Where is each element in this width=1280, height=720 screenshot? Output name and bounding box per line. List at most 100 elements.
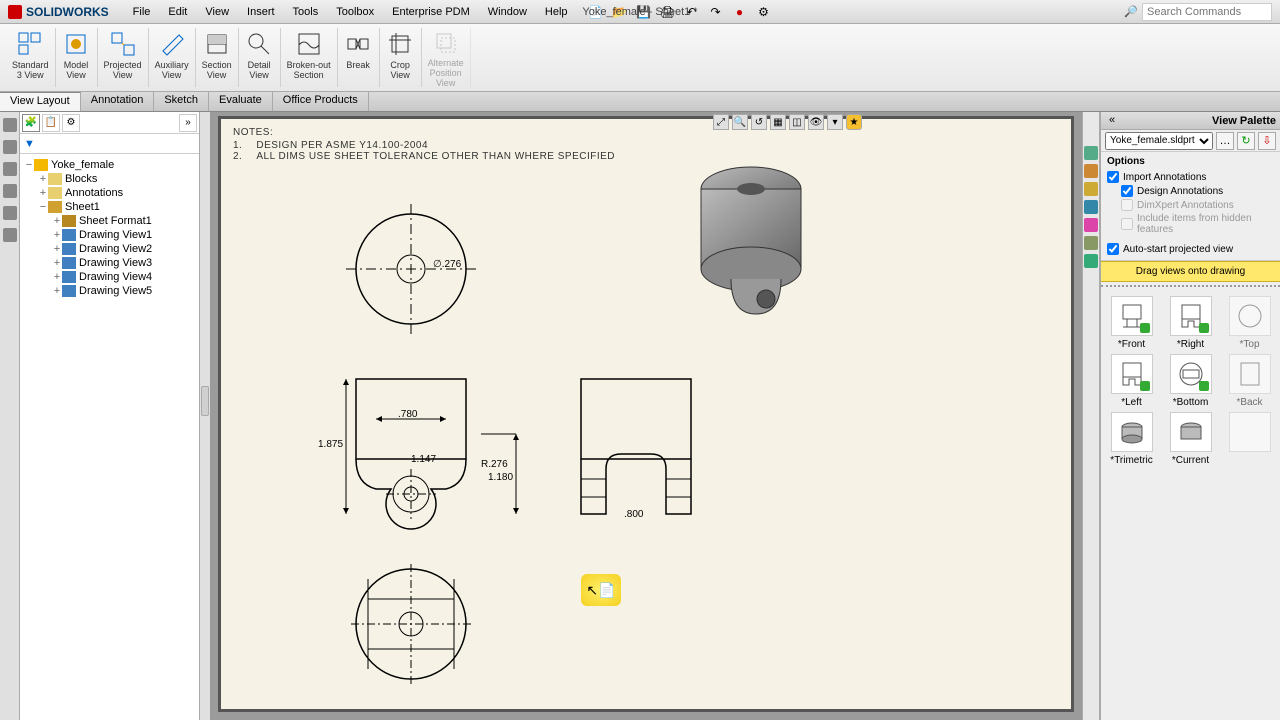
tab-sketch[interactable]: Sketch — [154, 92, 209, 111]
feature-manager-panel: 🧩 📋 ⚙ » ▼ −Yoke_female +Blocks +Annotati… — [20, 112, 200, 720]
drawing-view-bottom[interactable] — [341, 559, 481, 694]
rebuild-icon[interactable]: ● — [732, 4, 748, 20]
spline-icon[interactable] — [3, 228, 17, 242]
command-tabs: View Layout Annotation Sketch Evaluate O… — [0, 92, 1280, 112]
menu-tools[interactable]: Tools — [285, 3, 327, 21]
palette-bottom[interactable]: *Bottom — [1162, 354, 1219, 408]
view-settings-icon[interactable]: ★ — [846, 114, 862, 130]
forum-tab-icon[interactable] — [1084, 254, 1098, 268]
palette-file-select[interactable]: Yoke_female.sldprt — [1105, 132, 1213, 150]
refresh-button[interactable]: ↻ — [1237, 132, 1255, 150]
task-pane-tabs — [1082, 112, 1100, 720]
collapse-tree-icon[interactable]: » — [179, 114, 197, 132]
menu-help[interactable]: Help — [537, 3, 576, 21]
scene-icon[interactable]: ▾ — [827, 114, 843, 130]
browse-button[interactable]: … — [1216, 132, 1234, 150]
line-icon[interactable] — [3, 162, 17, 176]
pin-icon[interactable]: « — [1105, 114, 1119, 128]
circle-icon[interactable] — [3, 206, 17, 220]
menu-edit[interactable]: Edit — [160, 3, 195, 21]
standard-3view-button[interactable]: Standard 3 View — [6, 28, 56, 87]
detail-view-button[interactable]: Detail View — [239, 28, 281, 87]
hide-show-icon[interactable]: 👁 — [808, 114, 824, 130]
design-library-tab-icon[interactable] — [1084, 164, 1098, 178]
sketch-icon[interactable] — [3, 118, 17, 132]
tree-sheet1[interactable]: −Sheet1 — [24, 200, 195, 214]
break-button[interactable]: Break — [338, 28, 380, 87]
app-name: SOLIDWORKS — [26, 5, 109, 19]
property-manager-tab[interactable]: 📋 — [42, 114, 60, 132]
tree-collapse-handle[interactable] — [200, 112, 210, 720]
feature-tree-tab[interactable]: 🧩 — [22, 114, 40, 132]
tree-filter-row: ▼ — [20, 134, 199, 154]
view-palette-title-bar: « View Palette — [1101, 112, 1280, 130]
section-view-button[interactable]: Section View — [196, 28, 239, 87]
chk-design-annotations[interactable] — [1121, 185, 1133, 197]
rect-icon[interactable] — [3, 184, 17, 198]
appearances-tab-icon[interactable] — [1084, 218, 1098, 232]
tree-drawing-view5[interactable]: +Drawing View5 — [24, 284, 195, 298]
app-logo: SOLIDWORKS — [0, 5, 117, 19]
palette-back[interactable]: *Back — [1221, 354, 1278, 408]
feature-tree: −Yoke_female +Blocks +Annotations −Sheet… — [20, 154, 199, 720]
section-icon[interactable]: ▦ — [770, 114, 786, 130]
tab-evaluate[interactable]: Evaluate — [209, 92, 273, 111]
display-style-icon[interactable]: ◫ — [789, 114, 805, 130]
menu-toolbox[interactable]: Toolbox — [328, 3, 382, 21]
drawing-view-right[interactable]: .800 — [566, 369, 706, 534]
view-palette-tab-icon[interactable] — [1084, 200, 1098, 214]
menu-insert[interactable]: Insert — [239, 3, 283, 21]
palette-right[interactable]: *Right — [1162, 296, 1219, 350]
filter-icon[interactable]: ▼ — [24, 138, 35, 150]
zoom-area-icon[interactable]: 🔍 — [732, 114, 748, 130]
zoom-fit-icon[interactable]: ⤢ — [713, 114, 729, 130]
tab-annotation[interactable]: Annotation — [81, 92, 155, 111]
tree-drawing-view3[interactable]: +Drawing View3 — [24, 256, 195, 270]
chk-import-annotations[interactable] — [1107, 171, 1119, 183]
options-icon[interactable]: ⚙ — [756, 4, 772, 20]
drawing-view-front[interactable]: .780 1.875 1.147 R.276 1.180 — [336, 369, 536, 544]
tab-view-layout[interactable]: View Layout — [0, 92, 81, 111]
tab-office-products[interactable]: Office Products — [273, 92, 369, 111]
drawing-canvas[interactable]: ⤢ 🔍 ↺ ▦ ◫ 👁 ▾ ★ NOTES: 1.DESIGN PER ASME… — [210, 112, 1082, 720]
redo-icon[interactable]: ↷ — [708, 4, 724, 20]
palette-front[interactable]: *Front — [1103, 296, 1160, 350]
import-button[interactable]: ⇩ — [1258, 132, 1276, 150]
tree-blocks[interactable]: +Blocks — [24, 172, 195, 186]
menu-epdm[interactable]: Enterprise PDM — [384, 3, 478, 21]
tree-root[interactable]: −Yoke_female — [24, 158, 195, 172]
config-manager-tab[interactable]: ⚙ — [62, 114, 80, 132]
dim-front-r: 1.147 — [411, 454, 436, 465]
chk-auto-start-projected[interactable] — [1107, 243, 1119, 255]
palette-divider — [1101, 285, 1280, 287]
broken-out-section-button[interactable]: Broken-out Section — [281, 28, 338, 87]
tree-drawing-view2[interactable]: +Drawing View2 — [24, 242, 195, 256]
search-commands: 🔎 — [1124, 3, 1280, 21]
resources-tab-icon[interactable] — [1084, 146, 1098, 160]
file-explorer-tab-icon[interactable] — [1084, 182, 1098, 196]
projected-view-button[interactable]: Projected View — [98, 28, 149, 87]
drawing-sheet[interactable]: NOTES: 1.DESIGN PER ASME Y14.100-2004 2.… — [218, 116, 1074, 712]
tree-annotations[interactable]: +Annotations — [24, 186, 195, 200]
custom-props-tab-icon[interactable] — [1084, 236, 1098, 250]
tree-sheet-format[interactable]: +Sheet Format1 — [24, 214, 195, 228]
palette-top[interactable]: *Top — [1221, 296, 1278, 350]
model-view-button[interactable]: Model View — [56, 28, 98, 87]
feature-manager-tabs: 🧩 📋 ⚙ » — [20, 112, 199, 134]
search-input[interactable] — [1142, 3, 1272, 21]
palette-current[interactable]: *Current — [1162, 412, 1219, 466]
main-area: 🧩 📋 ⚙ » ▼ −Yoke_female +Blocks +Annotati… — [0, 112, 1280, 720]
auxiliary-view-button[interactable]: Auxiliary View — [149, 28, 196, 87]
tree-drawing-view4[interactable]: +Drawing View4 — [24, 270, 195, 284]
drawing-view-top[interactable]: ∅.276 — [341, 199, 481, 344]
crop-view-button[interactable]: Crop View — [380, 28, 422, 87]
palette-trimetric[interactable]: *Trimetric — [1103, 412, 1160, 466]
drawing-view-isometric[interactable] — [681, 149, 831, 344]
menu-file[interactable]: File — [125, 3, 159, 21]
tree-drawing-view1[interactable]: +Drawing View1 — [24, 228, 195, 242]
palette-left[interactable]: *Left — [1103, 354, 1160, 408]
dimension-icon[interactable] — [3, 140, 17, 154]
prev-view-icon[interactable]: ↺ — [751, 114, 767, 130]
menu-view[interactable]: View — [197, 3, 237, 21]
menu-window[interactable]: Window — [480, 3, 535, 21]
